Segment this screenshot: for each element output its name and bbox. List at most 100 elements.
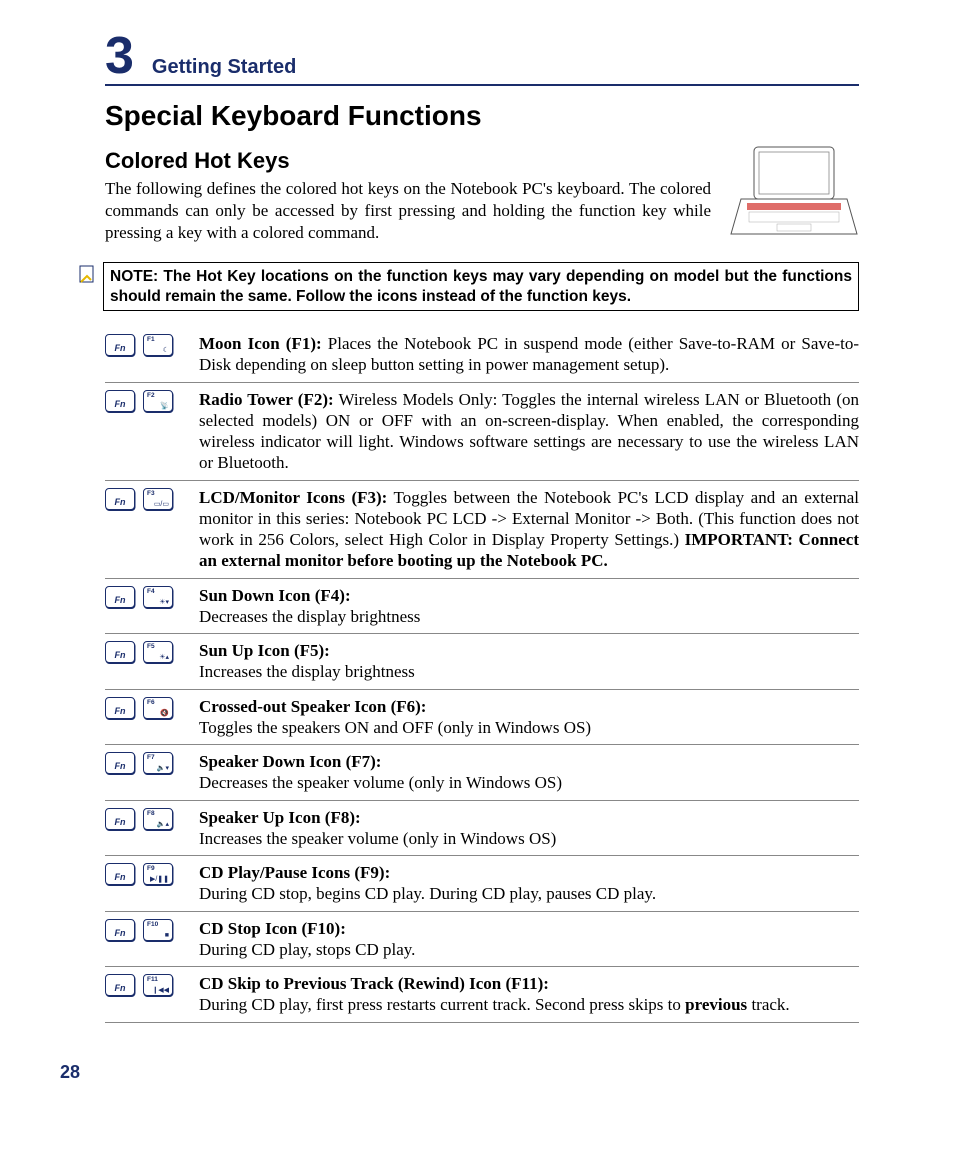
function-key-icon: F5☀▴ <box>143 641 173 663</box>
function-key-glyph-icon: ▶/❚❚ <box>150 876 169 883</box>
fn-key-label: Fn <box>106 761 134 771</box>
hotkey-keys: Fn F4 ☀▾ <box>105 585 185 608</box>
fn-key-icon: Fn <box>105 641 135 663</box>
chapter-number: 3 <box>105 30 134 82</box>
note-box: NOTE: The Hot Key locations on the funct… <box>103 262 859 311</box>
function-key-label: F10 <box>147 921 158 928</box>
hotkey-row: Fn F5☀▴ Sun Up Icon (F5):Increases the dis… <box>105 634 859 690</box>
hotkey-keys: Fn F6🔇 <box>105 696 185 719</box>
hotkey-title: Radio Tower (F2): <box>199 390 334 409</box>
fn-key-icon: Fn <box>105 334 135 356</box>
note-row: NOTE: The Hot Key locations on the funct… <box>77 262 859 311</box>
hotkey-row: Fn F11 ❙◀◀ CD Skip to Previous Track (Rewin… <box>105 967 859 1023</box>
hotkey-row: Fn F2 📡 Radio Tower (F2): Wireless Models O… <box>105 383 859 481</box>
function-key-glyph-icon: ❙◀◀ <box>152 987 169 994</box>
function-key-icon: F6🔇 <box>143 697 173 719</box>
hotkey-bold-tail: IMPORTANT: Connect an external monitor b… <box>199 530 859 570</box>
function-key-glyph-icon: 🔈▴ <box>157 821 169 828</box>
function-key-glyph-icon: ▭/▭ <box>154 501 169 508</box>
intro-column: Colored Hot Keys The following defines t… <box>105 142 711 244</box>
function-key-glyph-icon: 🔈▾ <box>157 765 169 772</box>
fn-key-label: Fn <box>106 650 134 660</box>
fn-key-label: Fn <box>106 983 134 993</box>
hotkey-description: Speaker Down Icon (F7):Decreases the spe… <box>199 751 859 794</box>
hotkey-row: Fn F9 ▶/❚❚ CD Play/Pause Icons (F9):During … <box>105 856 859 912</box>
chapter-title: Getting Started <box>152 56 296 79</box>
hotkey-body-bold: previous <box>685 995 747 1014</box>
hotkey-description: Speaker Up Icon (F8):Increases the speak… <box>199 807 859 850</box>
function-key-glyph-icon: ☀▾ <box>159 599 169 606</box>
hotkey-row: Fn F1☾ Moon Icon (F1): Places the Notebook… <box>105 327 859 383</box>
function-key-icon: F1☾ <box>143 334 173 356</box>
function-key-label: F7 <box>147 754 155 761</box>
section-title: Special Keyboard Functions <box>105 100 859 132</box>
hotkey-title: CD Skip to Previous Track (Rewind) Icon … <box>199 974 549 993</box>
intro-row: Colored Hot Keys The following defines t… <box>105 142 859 244</box>
fn-key-label: Fn <box>106 343 134 353</box>
hotkey-title: Crossed-out Speaker Icon (F6): <box>199 697 426 716</box>
fn-key-icon: Fn <box>105 974 135 996</box>
sub-title: Colored Hot Keys <box>105 148 711 174</box>
function-key-label: F4 <box>147 588 155 595</box>
function-key-icon: F7🔈▾ <box>143 752 173 774</box>
note-icon <box>77 264 97 289</box>
hotkey-description: Moon Icon (F1): Places the Notebook PC i… <box>199 333 859 376</box>
hotkey-row: Fn F6🔇 Crossed-out Speaker Icon (F6):Toggl… <box>105 690 859 746</box>
function-key-label: F3 <box>147 490 155 497</box>
hotkey-title: CD Stop Icon (F10): <box>199 919 346 938</box>
hotkey-keys: Fn F10 ■ <box>105 918 185 941</box>
fn-key-icon: Fn <box>105 390 135 412</box>
function-key-icon: F8🔈▴ <box>143 808 173 830</box>
hotkey-keys: Fn F7🔈▾ <box>105 751 185 774</box>
laptop-illustration <box>729 142 859 242</box>
hotkey-description: Sun Up Icon (F5):Increases the display b… <box>199 640 859 683</box>
hotkey-description: Sun Down Icon (F4):Decreases the display… <box>199 585 859 628</box>
hotkey-description: Radio Tower (F2): Wireless Models Only: … <box>199 389 859 474</box>
hotkey-title: Speaker Down Icon (F7): <box>199 752 381 771</box>
fn-key-icon: Fn <box>105 808 135 830</box>
function-key-glyph-icon: 🔇 <box>160 710 169 717</box>
hotkey-keys: Fn F3 ▭/▭ <box>105 487 185 510</box>
fn-key-label: Fn <box>106 706 134 716</box>
hotkey-row: Fn F8🔈▴ Speaker Up Icon (F8):Increases the… <box>105 801 859 857</box>
function-key-label: F11 <box>147 976 158 983</box>
hotkey-description: CD Skip to Previous Track (Rewind) Icon … <box>199 973 859 1016</box>
function-key-label: F2 <box>147 392 155 399</box>
hotkey-row: Fn F4 ☀▾ Sun Down Icon (F4):Decreases the d… <box>105 579 859 635</box>
fn-key-label: Fn <box>106 399 134 409</box>
fn-key-icon: Fn <box>105 863 135 885</box>
function-key-glyph-icon: ☾ <box>163 347 169 354</box>
hotkey-title: Sun Up Icon (F5): <box>199 641 330 660</box>
function-key-icon: F3 ▭/▭ <box>143 488 173 510</box>
hotkey-description: CD Stop Icon (F10):During CD play, stops… <box>199 918 859 961</box>
fn-key-icon: Fn <box>105 919 135 941</box>
hotkey-title: Speaker Up Icon (F8): <box>199 808 361 827</box>
chapter-header: 3 Getting Started <box>105 30 859 86</box>
function-key-icon: F9 ▶/❚❚ <box>143 863 173 885</box>
fn-key-icon: Fn <box>105 586 135 608</box>
function-key-glyph-icon: 📡 <box>160 403 169 410</box>
fn-key-label: Fn <box>106 928 134 938</box>
hotkey-title: LCD/Monitor Icons (F3): <box>199 488 387 507</box>
function-key-label: F8 <box>147 810 155 817</box>
fn-key-icon: Fn <box>105 697 135 719</box>
function-key-label: F9 <box>147 865 155 872</box>
fn-key-icon: Fn <box>105 488 135 510</box>
fn-key-icon: Fn <box>105 752 135 774</box>
hotkey-list: Fn F1☾ Moon Icon (F1): Places the Notebook… <box>105 327 859 1023</box>
intro-text: The following defines the colored hot ke… <box>105 178 711 244</box>
fn-key-label: Fn <box>106 595 134 605</box>
hotkey-description: Crossed-out Speaker Icon (F6):Toggles th… <box>199 696 859 739</box>
hotkey-keys: Fn F11 ❙◀◀ <box>105 973 185 996</box>
function-key-icon: F4 ☀▾ <box>143 586 173 608</box>
function-key-icon: F10 ■ <box>143 919 173 941</box>
fn-key-label: Fn <box>106 872 134 882</box>
page: 3 Getting Started Special Keyboard Funct… <box>0 0 954 1155</box>
hotkey-title: Moon Icon (F1): <box>199 334 322 353</box>
hotkey-title: CD Play/Pause Icons (F9): <box>199 863 390 882</box>
function-key-glyph-icon: ■ <box>165 932 169 939</box>
function-key-glyph-icon: ☀▴ <box>159 654 169 661</box>
hotkey-description: CD Play/Pause Icons (F9):During CD stop,… <box>199 862 859 905</box>
hotkey-row: Fn F7🔈▾ Speaker Down Icon (F7):Decreases t… <box>105 745 859 801</box>
hotkey-keys: Fn F2 📡 <box>105 389 185 412</box>
